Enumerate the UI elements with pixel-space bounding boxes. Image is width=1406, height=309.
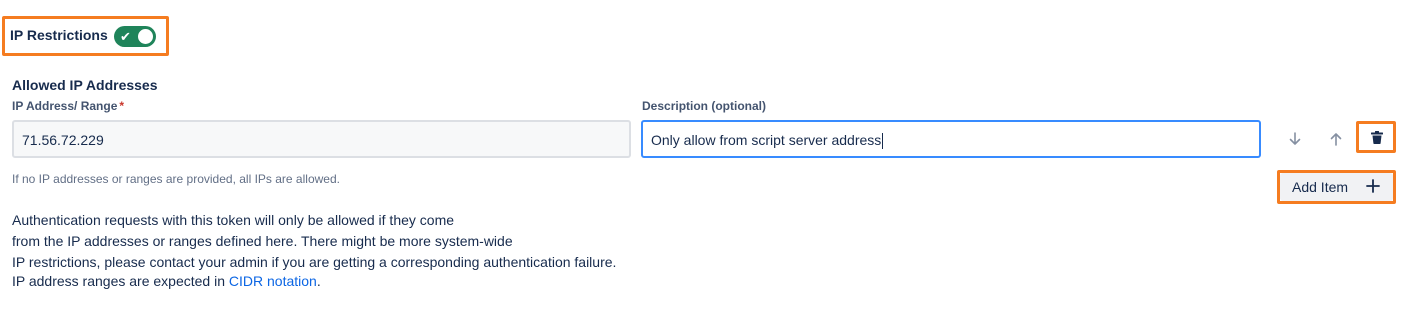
- trash-icon: [1371, 131, 1383, 144]
- description-line-4: IP address ranges are expected in CIDR n…: [12, 273, 321, 289]
- cidr-notation-link[interactable]: CIDR notation: [229, 273, 317, 289]
- description-line-4-suffix: .: [316, 273, 321, 289]
- text-caret: [882, 133, 884, 150]
- ip-restrictions-toggle[interactable]: ✔: [114, 26, 156, 47]
- toggle-knob: [138, 29, 153, 44]
- description-label: Description (optional): [642, 99, 766, 113]
- arrow-up-icon[interactable]: [1326, 129, 1346, 149]
- add-item-label: Add Item: [1292, 179, 1349, 195]
- description-input[interactable]: Only allow from script server address: [641, 120, 1261, 158]
- help-text: If no IP addresses or ranges are provide…: [12, 172, 340, 186]
- description-line-1: Authentication requests with this token …: [12, 212, 455, 228]
- arrow-down-icon[interactable]: [1285, 129, 1305, 149]
- ip-restrictions-label: IP Restrictions: [10, 27, 108, 43]
- ip-address-value: 71.56.72.229: [22, 132, 104, 148]
- ip-address-input[interactable]: 71.56.72.229: [12, 120, 631, 158]
- description-line-2: from the IP addresses or ranges defined …: [12, 233, 513, 249]
- check-icon: ✔: [120, 29, 131, 44]
- description-value: Only allow from script server address: [651, 132, 882, 148]
- required-marker: *: [119, 99, 125, 113]
- ip-address-range-label-text: IP Address/ Range: [12, 99, 118, 113]
- add-item-button[interactable]: Add Item: [1280, 173, 1393, 201]
- description-line-3: IP restrictions, please contact your adm…: [12, 254, 617, 270]
- allowed-ip-addresses-title: Allowed IP Addresses: [12, 77, 158, 93]
- plus-icon: [1366, 175, 1380, 198]
- ip-address-range-label: IP Address/ Range *: [12, 99, 124, 113]
- description-line-4-prefix: IP address ranges are expected in: [12, 273, 229, 289]
